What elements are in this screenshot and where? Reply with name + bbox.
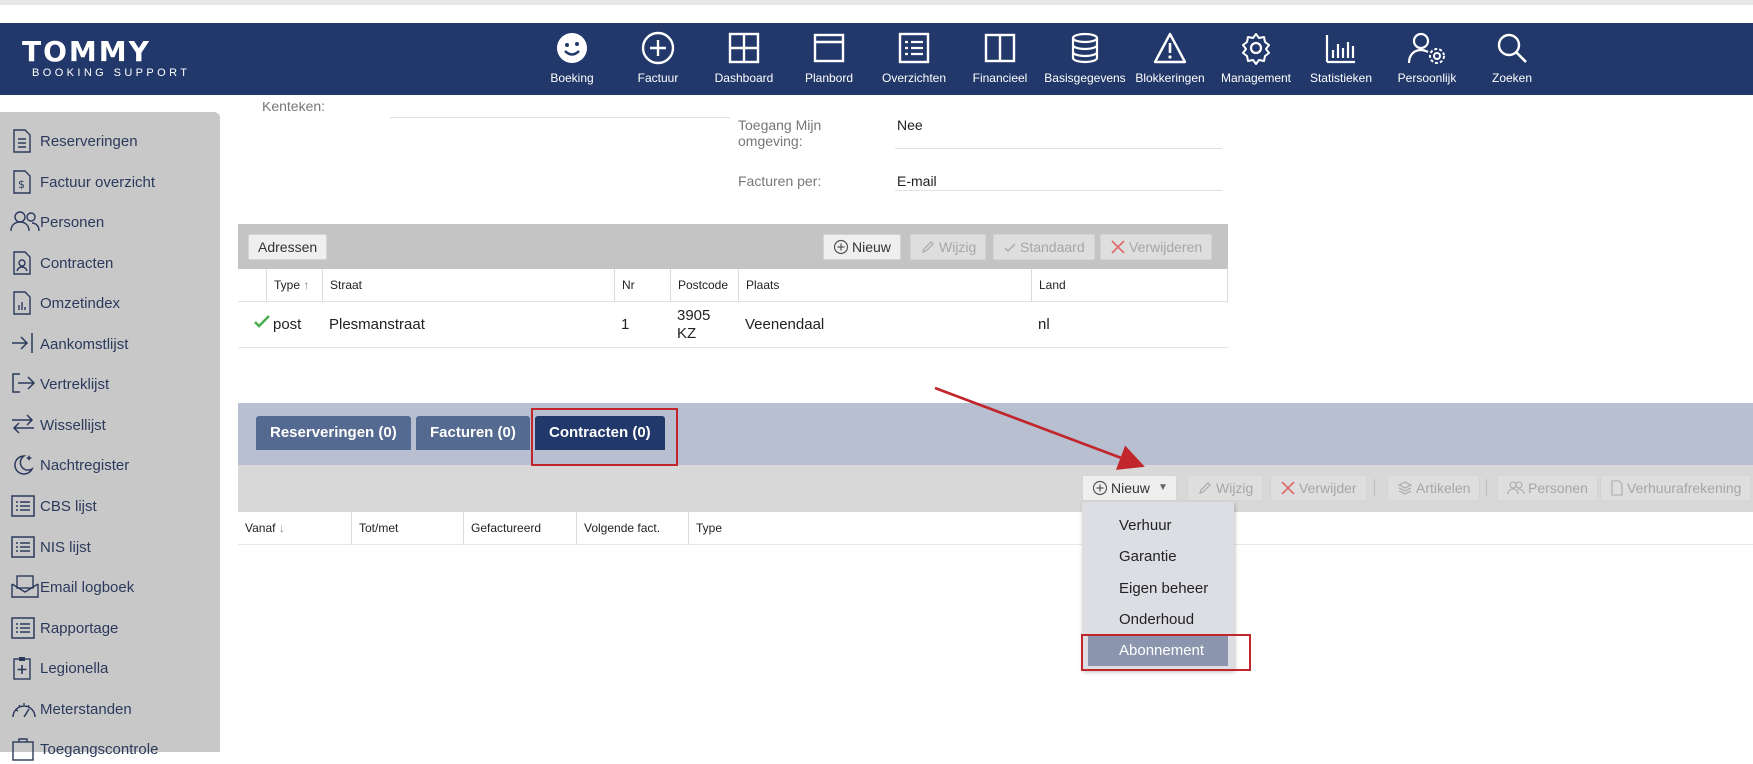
annotation-arrow-icon (934, 386, 1145, 470)
